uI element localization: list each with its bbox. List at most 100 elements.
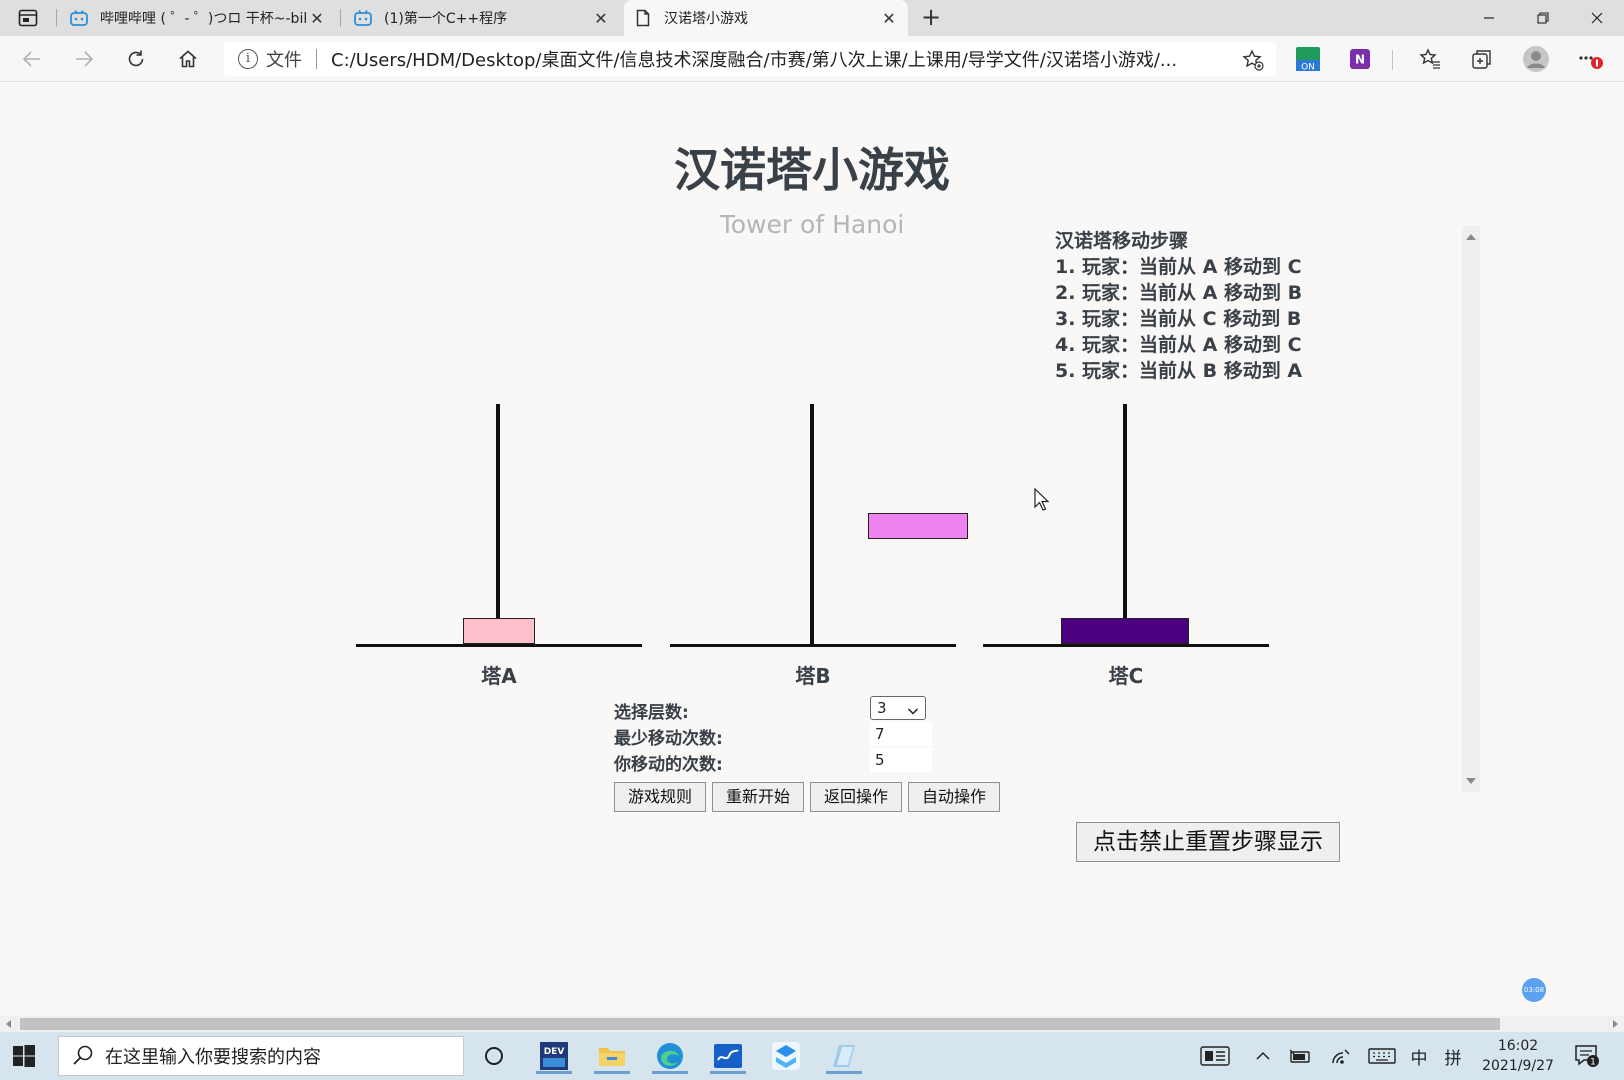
scheme-label: 文件: [266, 50, 302, 71]
scroll-right-arrow-icon[interactable]: [1613, 1020, 1618, 1028]
disk-small[interactable]: [463, 618, 535, 644]
level-value: 3: [877, 699, 887, 717]
address-bar[interactable]: i 文件 C:/Users/HDM/Desktop/桌面文件/信息技术深度融合/…: [224, 42, 1276, 76]
tower-pole: [810, 404, 814, 646]
onenote-icon[interactable]: N: [1346, 45, 1374, 73]
whiteboard-app-icon[interactable]: [708, 1038, 748, 1074]
notification-count: 1: [1590, 1058, 1596, 1068]
tab-actions-icon[interactable]: [10, 6, 46, 30]
step-item: 2. 玩家：当前从 A 移动到 B: [1055, 282, 1303, 304]
browser-toolbar: i 文件 C:/Users/HDM/Desktop/桌面文件/信息技术深度融合/…: [0, 36, 1624, 82]
taskbar-search-box[interactable]: 在这里输入你要搜索的内容: [58, 1036, 464, 1076]
info-icon[interactable]: i: [238, 49, 258, 69]
toggle-steps-button[interactable]: 点击禁止重置步骤显示: [1076, 822, 1340, 862]
rules-button[interactable]: 游戏规则: [614, 782, 706, 812]
wifi-icon[interactable]: [1326, 1042, 1354, 1070]
restore-button[interactable]: [1516, 0, 1570, 36]
active-app-indicator: [536, 1071, 572, 1074]
restart-button[interactable]: 重新开始: [712, 782, 804, 812]
home-button[interactable]: [174, 46, 202, 72]
tab-hanoi-game[interactable]: 汉诺塔小游戏 ✕: [624, 0, 908, 36]
steps-scrollbar[interactable]: [1462, 226, 1480, 792]
step-item: 4. 玩家：当前从 A 移动到 C: [1055, 334, 1302, 356]
page-title: 汉诺塔小游戏: [674, 143, 950, 197]
tab-bilibili[interactable]: 哔哩哔哩 ( ゜- ゜)つロ 干杯~-bilibili ✕: [60, 0, 336, 36]
active-app-indicator: [710, 1071, 746, 1074]
chevron-up-icon[interactable]: [1250, 1042, 1276, 1070]
extension-on-label: ON: [1301, 63, 1315, 73]
recording-timer-badge[interactable]: 03:08: [1522, 978, 1546, 1002]
close-tab-icon[interactable]: ✕: [308, 9, 326, 28]
favorites-icon[interactable]: [1416, 45, 1444, 73]
tencent-meeting-icon[interactable]: [766, 1038, 806, 1074]
profile-avatar-icon[interactable]: [1522, 45, 1550, 73]
edge-browser-icon[interactable]: [650, 1038, 690, 1074]
forward-button[interactable]: [70, 46, 98, 72]
address-divider: [316, 49, 317, 69]
tab-title: 汉诺塔小游戏: [664, 11, 748, 27]
step-item: 3. 玩家：当前从 C 移动到 B: [1055, 308, 1302, 330]
settings-more-icon[interactable]: [1576, 45, 1604, 73]
tower-label: 塔A: [481, 664, 517, 688]
tab-title: 哔哩哔哩 ( ゜- ゜)つロ 干杯~-bilibili: [100, 11, 308, 27]
scroll-up-arrow-icon[interactable]: [1466, 234, 1476, 240]
disk-large[interactable]: [1061, 618, 1189, 644]
onenote-label: N: [1355, 53, 1365, 67]
clock-date: 2021/9/27: [1482, 1058, 1554, 1074]
close-window-button[interactable]: [1570, 0, 1624, 36]
back-button[interactable]: [18, 46, 46, 72]
active-app-indicator: [826, 1071, 862, 1074]
active-app-indicator: [652, 1071, 688, 1074]
level-select[interactable]: 3: [870, 696, 926, 720]
page-viewport: 汉诺塔小游戏 Tower of Hanoi 汉诺塔移动步骤 1. 玩家：当前从 …: [0, 82, 1624, 1016]
tab-strip: 哔哩哔哩 ( ゜- ゜)つロ 干杯~-bilibili ✕ (1)第一个C++程…: [0, 0, 1624, 36]
extension-on-icon[interactable]: ON: [1294, 45, 1322, 73]
your-moves-label: 你移动的次数:: [614, 755, 723, 775]
scroll-left-arrow-icon[interactable]: [6, 1020, 11, 1028]
notepad-app-icon[interactable]: [824, 1038, 864, 1074]
min-moves-label: 最少移动次数:: [614, 729, 723, 749]
ime-mode[interactable]: 拼: [1440, 1042, 1466, 1070]
cortana-icon[interactable]: [474, 1038, 514, 1074]
minimize-button[interactable]: [1462, 0, 1516, 36]
scrollbar-thumb[interactable]: [20, 1018, 1500, 1030]
toolbar-divider: [1392, 50, 1393, 70]
tower-label: 塔C: [1108, 664, 1144, 688]
tower-pole: [1123, 404, 1127, 646]
refresh-button[interactable]: [122, 46, 150, 72]
news-widget-icon[interactable]: [1198, 1042, 1232, 1070]
tower-pole: [496, 404, 500, 646]
url-text[interactable]: C:/Users/HDM/Desktop/桌面文件/信息技术深度融合/市赛/第八…: [331, 46, 1231, 72]
your-moves-value: 5: [870, 748, 932, 772]
keyboard-icon[interactable]: [1366, 1042, 1398, 1070]
tower-base: [356, 644, 642, 647]
bilibili-icon: [354, 9, 372, 27]
horizontal-scrollbar[interactable]: [0, 1016, 1624, 1032]
search-icon: [71, 1044, 95, 1068]
new-tab-button[interactable]: +: [918, 5, 944, 31]
auto-play-button[interactable]: 自动操作: [908, 782, 1000, 812]
close-tab-icon[interactable]: ✕: [592, 9, 610, 28]
close-tab-icon[interactable]: ✕: [880, 9, 898, 28]
notification-center-icon[interactable]: 1: [1570, 1042, 1604, 1070]
taskbar: 在这里输入你要搜索的内容 DEV 中 拼 16:02 2021/9/27 1: [0, 1032, 1624, 1080]
tower-label: 塔B: [795, 664, 831, 688]
taskbar-clock[interactable]: 16:02 2021/9/27: [1476, 1036, 1560, 1076]
mouse-cursor-icon: [1034, 487, 1050, 512]
ime-language[interactable]: 中: [1406, 1042, 1432, 1070]
dev-cpp-app-icon[interactable]: DEV: [534, 1038, 574, 1074]
undo-button[interactable]: 返回操作: [810, 782, 902, 812]
tab-cpp-program[interactable]: (1)第一个C++程序 ✕: [344, 0, 620, 36]
battery-icon[interactable]: [1286, 1042, 1314, 1070]
tab-separator: [56, 9, 57, 27]
tower-base: [983, 644, 1269, 647]
windows-start-icon[interactable]: [12, 1044, 36, 1068]
disk-medium[interactable]: [868, 513, 968, 539]
file-explorer-icon[interactable]: [592, 1038, 632, 1074]
clock-time: 16:02: [1497, 1038, 1539, 1054]
scroll-down-arrow-icon[interactable]: [1466, 778, 1476, 784]
add-favorite-icon[interactable]: [1242, 49, 1264, 71]
steps-title: 汉诺塔移动步骤: [1055, 230, 1189, 252]
collections-icon[interactable]: [1468, 45, 1496, 73]
game-controls: 选择层数: 3 最少移动次数: 7 你移动的次数: 5 游戏规则 重新开始 返回…: [614, 694, 1014, 834]
